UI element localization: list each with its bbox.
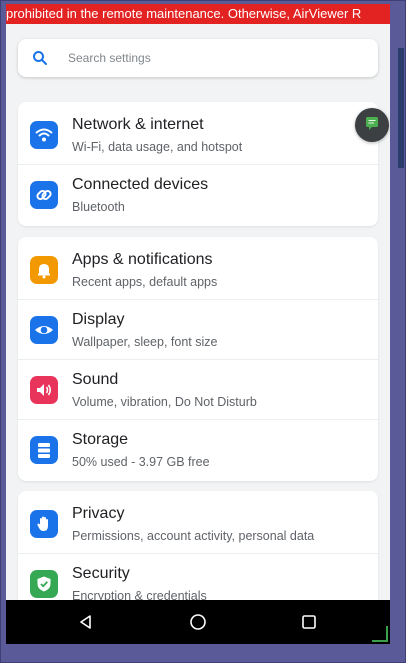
setting-subtitle: Recent apps, default apps — [72, 275, 218, 289]
setting-subtitle: Volume, vibration, Do Not Disturb — [72, 395, 257, 409]
bell-icon — [30, 256, 58, 284]
setting-subtitle: Permissions, account activity, personal … — [72, 529, 315, 543]
search-icon — [32, 50, 48, 66]
remote-warning-banner: prohibited in the remote maintenance. Ot… — [6, 4, 390, 24]
setting-subtitle: Bluetooth — [72, 200, 125, 214]
settings-group-device: Apps & notifications Recent apps, defaul… — [18, 237, 378, 481]
hand-icon — [30, 510, 58, 538]
setting-title: Display — [72, 311, 125, 328]
floating-chat-button[interactable] — [355, 108, 389, 142]
speaker-icon — [30, 376, 58, 404]
setting-title: Privacy — [72, 505, 125, 522]
storage-icon — [30, 436, 58, 464]
setting-display[interactable]: Display Wallpaper, sleep, font size — [18, 299, 378, 359]
home-icon[interactable] — [186, 610, 210, 634]
setting-title: Sound — [72, 371, 119, 388]
setting-connected-devices[interactable]: Connected devices Bluetooth — [18, 164, 378, 224]
setting-apps-notifications[interactable]: Apps & notifications Recent apps, defaul… — [18, 239, 378, 299]
setting-privacy[interactable]: Privacy Permissions, account activity, p… — [18, 493, 378, 553]
setting-subtitle: 50% used - 3.97 GB free — [72, 455, 210, 469]
side-panel-edge — [398, 48, 404, 168]
setting-sound[interactable]: Sound Volume, vibration, Do Not Disturb — [18, 359, 378, 419]
chat-icon — [364, 115, 380, 136]
setting-title: Apps & notifications — [72, 251, 213, 268]
setting-title: Connected devices — [72, 176, 209, 193]
setting-subtitle: Wi-Fi, data usage, and hotspot — [72, 140, 243, 154]
setting-title: Storage — [72, 431, 129, 448]
setting-title: Security — [72, 565, 130, 582]
eye-icon — [30, 316, 58, 344]
setting-subtitle: Wallpaper, sleep, font size — [72, 335, 218, 349]
navigation-bar — [6, 600, 390, 644]
search-bar[interactable]: Search settings — [18, 39, 378, 77]
corner-resize-mark — [372, 626, 388, 642]
recents-icon[interactable] — [297, 610, 321, 634]
settings-group-connectivity: Network & internet Wi-Fi, data usage, an… — [18, 102, 378, 226]
search-placeholder: Search settings — [68, 51, 151, 65]
android-screen: prohibited in the remote maintenance. Ot… — [6, 4, 390, 644]
shield-icon — [30, 570, 58, 598]
link-icon — [30, 181, 58, 209]
back-icon[interactable] — [74, 610, 98, 634]
setting-storage[interactable]: Storage 50% used - 3.97 GB free — [18, 419, 378, 479]
setting-network-internet[interactable]: Network & internet Wi-Fi, data usage, an… — [18, 104, 378, 164]
setting-title: Network & internet — [72, 116, 204, 133]
wifi-icon — [30, 121, 58, 149]
